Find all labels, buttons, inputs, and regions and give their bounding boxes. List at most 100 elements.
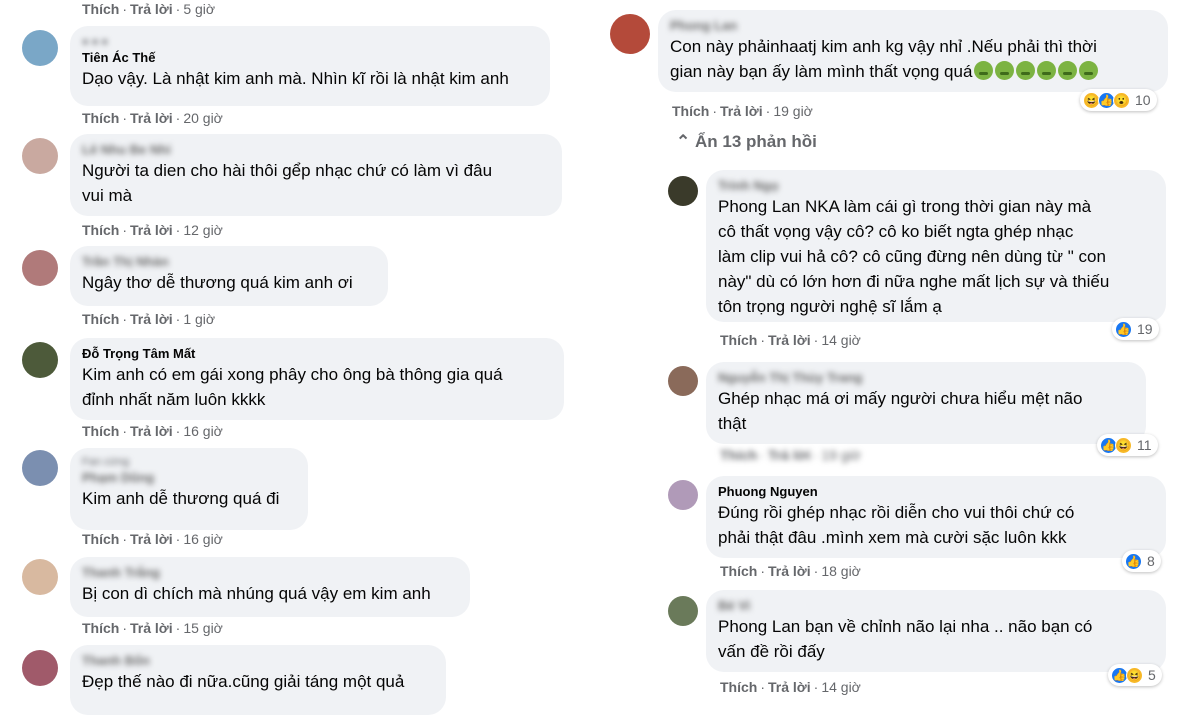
avatar[interactable]: [22, 250, 58, 286]
reply-link[interactable]: Trả lời: [768, 563, 811, 579]
comment-time: 19 giờ: [821, 447, 861, 463]
reply-link[interactable]: Trả lời: [130, 110, 173, 126]
comment-author[interactable]: Bé Vi: [718, 597, 1154, 614]
comment-text: làm clip vui hả cô? cô cũng đừng nên dùn…: [718, 247, 1106, 266]
comment-author[interactable]: Lê Nhu Be Nhi: [82, 141, 550, 158]
comment-time: 16 giờ: [183, 531, 223, 547]
comment-actions: Thích · Trả lời · 15 giờ: [82, 620, 223, 636]
comment-text: Bị con dì chích mà nhúng quá vậy em kim …: [82, 584, 431, 603]
comment-bubble: Fan cứng Phạm Dũng Kim anh dễ thương quá…: [70, 448, 308, 530]
like-link[interactable]: Thích: [82, 531, 119, 547]
reply-link[interactable]: Trả lời: [130, 311, 173, 327]
reaction-summary[interactable]: 👍 😆 5: [1108, 664, 1162, 686]
reaction-count: 19: [1137, 321, 1153, 337]
chevron-up-icon: ⌃: [676, 132, 691, 151]
hide-replies-button[interactable]: ⌃ Ẩn 13 phản hồi: [676, 132, 817, 152]
comment-actions: Thích · Trả lời · 19 giờ: [720, 447, 861, 463]
comment-text: Người ta dien cho hài thôi gểp nhạc chứ …: [82, 161, 493, 180]
comment-text: Ghép nhạc má ơi mấy người chưa hiểu mệt …: [718, 389, 1083, 408]
comment-actions: Thích · Trả lời · 12 giờ: [82, 222, 223, 238]
avatar[interactable]: [668, 596, 698, 626]
comment-text: Kim anh dễ thương quá đi: [82, 489, 280, 508]
avatar[interactable]: [22, 138, 58, 174]
haha-icon: 😆: [1115, 436, 1132, 454]
avatar[interactable]: [22, 559, 58, 595]
comment-text: Đúng rồi ghép nhạc rồi diễn cho vui thôi…: [718, 503, 1075, 522]
comment-author[interactable]: Phạm Dũng: [82, 469, 296, 486]
comment-actions: Thích · Trả lời · 14 giờ: [720, 332, 861, 348]
reaction-summary[interactable]: 👍 😆 11: [1097, 434, 1158, 456]
like-link[interactable]: Thích: [720, 447, 757, 463]
comment-actions: Thích · Trả lời · 16 giờ: [82, 531, 223, 547]
like-link[interactable]: Thích: [82, 110, 119, 126]
comment-text: thật: [718, 414, 747, 433]
avatar[interactable]: [668, 176, 698, 206]
comment-author[interactable]: Tiên Ác Thế: [82, 49, 538, 66]
like-link[interactable]: Thích: [720, 563, 757, 579]
like-icon: 👍: [1115, 320, 1132, 338]
reply-bubble: Trinh Ngọ Phong Lan NKA làm cái gì trong…: [706, 170, 1166, 322]
reaction-count: 8: [1147, 553, 1155, 569]
comment-time: 18 giờ: [821, 563, 861, 579]
comment-actions: Thích · Trả lời · 19 giờ: [672, 103, 813, 119]
comment-author[interactable]: Nguyễn Thị Thùy Trang: [718, 369, 1134, 386]
reply-link[interactable]: Trả lời: [720, 103, 763, 119]
comment-author[interactable]: Phong Lan: [670, 17, 1156, 34]
comment-actions: Thích · Trả lời · 1 giờ: [82, 311, 216, 327]
avatar[interactable]: [610, 14, 650, 54]
reply-link[interactable]: Trả lời: [130, 620, 173, 636]
comment-text: vui mà: [82, 186, 133, 205]
reply-link[interactable]: Trả lời: [768, 447, 811, 463]
like-link[interactable]: Thích: [82, 1, 119, 17]
avatar[interactable]: [22, 342, 58, 378]
reply-link[interactable]: Trả lời: [130, 531, 173, 547]
comment-actions: Thích · Trả lời · 16 giờ: [82, 423, 223, 439]
avatar[interactable]: [22, 450, 58, 486]
reply-link[interactable]: Trả lời: [768, 332, 811, 348]
like-link[interactable]: Thích: [672, 103, 709, 119]
comment-author[interactable]: Thanh Bốn: [82, 652, 434, 669]
comment-text: Con này phảinhaatj kim anh kg vậy nhỉ .N…: [670, 37, 1097, 56]
reaction-count: 11: [1137, 437, 1152, 453]
comment-text: Đẹp thế nào đi nữa.cũng giải táng một qu…: [82, 672, 405, 691]
reply-link[interactable]: Trả lời: [768, 679, 811, 695]
like-link[interactable]: Thích: [82, 620, 119, 636]
reaction-summary[interactable]: 👍 8: [1122, 550, 1161, 572]
avatar[interactable]: [668, 366, 698, 396]
reaction-summary[interactable]: 👍 19: [1112, 318, 1159, 340]
like-link[interactable]: Thích: [82, 222, 119, 238]
comment-time: 16 giờ: [183, 423, 223, 439]
reply-link[interactable]: Trả lời: [130, 423, 173, 439]
comment-author[interactable]: Trần Thị Nhàn: [82, 253, 376, 270]
comment-time: 19 giờ: [773, 103, 813, 119]
avatar[interactable]: [22, 650, 58, 686]
comment-author[interactable]: Đỗ Trọng Tâm Mất: [82, 345, 552, 362]
comment-bubble: Lê Nhu Be Nhi Người ta dien cho hài thôi…: [70, 134, 562, 216]
comment-text: Kim anh có em gái xong phây cho ông bà t…: [82, 365, 503, 384]
reply-bubble: Bé Vi Phong Lan bạn về chỉnh não lại nha…: [706, 590, 1166, 672]
comment-actions: Thích · Trả lời · 14 giờ: [720, 679, 861, 695]
comment-author[interactable]: Thanh Trắng: [82, 564, 458, 581]
comment-time: 15 giờ: [183, 620, 223, 636]
comment-author[interactable]: Phuong Nguyen: [718, 483, 1154, 500]
comment-bubble: Thanh Trắng Bị con dì chích mà nhúng quá…: [70, 557, 470, 617]
comment-text: Phong Lan NKA làm cái gì trong thời gian…: [718, 197, 1092, 216]
avatar[interactable]: [668, 480, 698, 510]
comment-text: phải thật đâu .mình xem mà cười sặc luôn…: [718, 528, 1067, 547]
comment-bubble: Phong Lan Con này phảinhaatj kim anh kg …: [658, 10, 1168, 92]
comment-author[interactable]: Trinh Ngọ: [718, 177, 1154, 194]
comment-time: 20 giờ: [183, 110, 223, 126]
comment-text: vấn đề rồi đấy: [718, 642, 825, 661]
like-link[interactable]: Thích: [720, 679, 757, 695]
reply-link[interactable]: Trả lời: [130, 1, 173, 17]
fan-badge: Fan cứng: [82, 456, 130, 468]
reply-link[interactable]: Trả lời: [130, 222, 173, 238]
avatar[interactable]: [22, 30, 58, 66]
like-link[interactable]: Thích: [82, 423, 119, 439]
reaction-summary[interactable]: 😆 👍 😮 10: [1080, 89, 1157, 111]
like-link[interactable]: Thích: [82, 311, 119, 327]
comment-text: gian này bạn ấy làm mình thất vọng quá: [670, 59, 1156, 84]
like-link[interactable]: Thích: [720, 332, 757, 348]
badge-blurred: ● ● ●: [82, 36, 109, 48]
sick-emoji-icon: [972, 61, 1099, 81]
